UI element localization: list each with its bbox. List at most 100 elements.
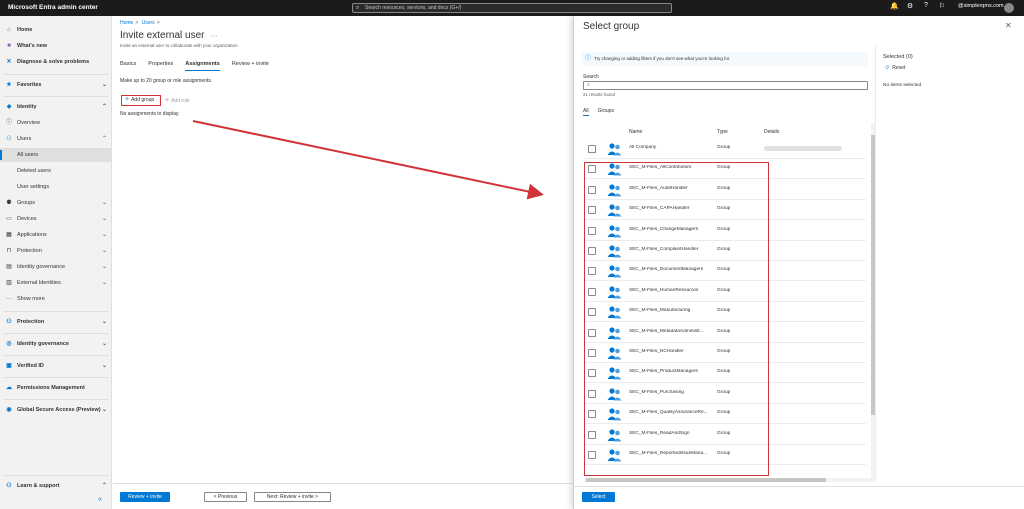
lock-icon: ⊓ xyxy=(6,248,12,254)
nav-home[interactable]: ⌂ Home xyxy=(0,23,112,37)
tab-assignments[interactable]: Assignments xyxy=(185,61,220,71)
tab-all[interactable]: All xyxy=(583,108,589,116)
add-group-button[interactable]: + Add group xyxy=(121,95,161,106)
row-checkbox[interactable] xyxy=(588,206,596,215)
column-header-name[interactable]: Name xyxy=(629,129,642,135)
nav-identity[interactable]: ◆ Identity ⌃ xyxy=(0,100,112,114)
nav-permissions-management[interactable]: ☁ Permissions Management xyxy=(0,381,112,395)
row-checkbox[interactable] xyxy=(588,328,596,337)
column-header-type[interactable]: Type xyxy=(717,129,728,135)
table-row[interactable]: SEC_M-Files_ComplaintHandler Group xyxy=(579,241,871,261)
tab-properties[interactable]: Properties xyxy=(148,61,173,71)
reset-button[interactable]: ↺ Reset xyxy=(885,65,905,71)
top-bar: Microsoft Entra admin center ⌕ Search re… xyxy=(0,0,1024,16)
table-row[interactable]: SEC_M-Files_CAPAHandler Group xyxy=(579,200,871,221)
page-title-text: Invite external user xyxy=(120,30,205,41)
tab-review-invite[interactable]: Review + invite xyxy=(232,61,269,71)
notifications-icon[interactable]: 🔔 xyxy=(890,2,899,10)
group-name: SEC_M-Files_ChangeManagers xyxy=(629,226,699,232)
nav-whats-new[interactable]: ■ What's new xyxy=(0,39,112,53)
table-row[interactable]: SEC_M-Files_NCHandler Group xyxy=(579,343,871,363)
nav-protection[interactable]: ⚇ Protection ⌄ xyxy=(0,315,112,329)
table-row[interactable]: SEC_M-Files_Purchasing Group xyxy=(579,384,871,404)
select-button[interactable]: Select xyxy=(582,492,615,502)
nav-user-settings[interactable]: User settings xyxy=(0,180,112,194)
table-row[interactable]: SEC_M-Files_HumanResources Group xyxy=(579,282,871,302)
row-checkbox[interactable] xyxy=(588,410,596,419)
nav-identity-governance-sub[interactable]: ▤ Identity governance ⌄ xyxy=(0,260,112,274)
group-name: SEC_M-Files_HumanResources xyxy=(629,287,699,293)
nav-verified-id[interactable]: ▣ Verified ID ⌄ xyxy=(0,359,112,373)
nav-learn-support[interactable]: ⚇ Learn & support ⌃ xyxy=(0,479,112,493)
nav-identity-governance[interactable]: ◎ Identity governance ⌄ xyxy=(0,337,112,351)
help-icon[interactable]: ? xyxy=(922,2,930,10)
collapse-nav-icon[interactable]: « xyxy=(98,496,102,503)
nav-favorites[interactable]: ★ Favorites ⌄ xyxy=(0,78,112,92)
search-icon: ⌕ xyxy=(356,5,360,11)
nav-diagnose[interactable]: ✕ Diagnose & solve problems xyxy=(0,55,112,69)
group-search-input[interactable]: ⌕ xyxy=(583,81,868,90)
tab-groups[interactable]: Groups xyxy=(598,108,614,116)
row-checkbox[interactable] xyxy=(588,308,596,317)
nav-label: Deleted users xyxy=(17,168,51,174)
close-icon[interactable]: ✕ xyxy=(1005,21,1012,30)
more-icon[interactable]: ··· xyxy=(211,33,218,40)
nav-devices[interactable]: ▭ Devices ⌄ xyxy=(0,212,112,226)
row-checkbox[interactable] xyxy=(588,145,596,153)
previous-button[interactable]: < Previous xyxy=(204,492,247,502)
row-checkbox[interactable] xyxy=(588,287,596,296)
feedback-icon[interactable]: ⚐ xyxy=(938,2,946,10)
table-row[interactable]: SEC_M-Files_AuditHandler Group xyxy=(579,180,871,200)
table-row[interactable]: All Company Group xyxy=(579,139,871,159)
row-checkbox[interactable] xyxy=(588,389,596,398)
group-type: Group xyxy=(717,430,731,436)
search-label: Search xyxy=(583,74,599,80)
group-type: Group xyxy=(717,145,731,150)
nav-overview[interactable]: ⓘ Overview xyxy=(0,116,112,130)
nav-all-users[interactable]: All users xyxy=(0,148,112,162)
nav-show-more[interactable]: ··· Show more xyxy=(0,292,112,306)
app-title[interactable]: Microsoft Entra admin center xyxy=(8,4,98,11)
table-row[interactable]: SEC_M-Files_Manufacturing Group xyxy=(579,302,871,323)
breadcrumb-users[interactable]: Users xyxy=(142,20,155,26)
nav-groups[interactable]: ⚉ Groups ⌄ xyxy=(0,196,112,210)
row-checkbox[interactable] xyxy=(588,247,596,255)
table-row[interactable]: SEC_M-Files_ReadAndSign Group xyxy=(579,425,871,445)
nav-applications[interactable]: ▦ Applications ⌄ xyxy=(0,228,112,242)
horizontal-scrollbar[interactable] xyxy=(584,478,876,482)
table-row[interactable]: SEC_M-Files_DocumentManagers Group xyxy=(579,261,871,282)
row-checkbox[interactable] xyxy=(588,451,596,459)
row-checkbox[interactable] xyxy=(588,430,596,439)
nav-users[interactable]: ⚇ Users ⌃ xyxy=(0,132,112,146)
table-row[interactable]: SEC_M-Files_MetadataAdministr... Group xyxy=(579,323,871,343)
breadcrumb-home[interactable]: Home xyxy=(120,20,133,26)
row-checkbox[interactable] xyxy=(588,226,596,235)
row-checkbox[interactable] xyxy=(588,267,596,276)
row-checkbox[interactable] xyxy=(588,165,596,174)
star-icon: ★ xyxy=(6,82,12,88)
table-row[interactable]: SEC_M-Files_ChangeManagers Group xyxy=(579,221,871,241)
add-role-button[interactable]: + Add role xyxy=(165,97,190,104)
table-row[interactable]: SEC_M-Files_AllContributors Group xyxy=(579,159,871,180)
nav-external-identities[interactable]: ▥ External Identities ⌄ xyxy=(0,276,112,290)
settings-gear-icon[interactable]: ⚙ xyxy=(906,2,914,10)
row-checkbox[interactable] xyxy=(588,185,596,194)
nav-deleted-users[interactable]: Deleted users xyxy=(0,164,112,178)
global-search-input[interactable]: ⌕ Search resources, services, and docs (… xyxy=(352,3,672,13)
nav-protection-sub[interactable]: ⊓ Protection ⌄ xyxy=(0,244,112,258)
table-row[interactable]: SEC_M-Files_ReportedIssueMana... Group xyxy=(579,445,871,465)
avatar[interactable] xyxy=(1004,3,1014,13)
nav-global-secure-access[interactable]: ◉ Global Secure Access (Preview) ⌄ xyxy=(0,403,112,417)
next-button[interactable]: Next: Review + invite > xyxy=(254,492,331,502)
reset-label: Reset xyxy=(892,65,906,71)
table-row[interactable]: SEC_M-Files_QualityAssuranceRe... Group xyxy=(579,404,871,425)
table-row[interactable]: SEC_M-Files_ProductManagers Group xyxy=(579,363,871,384)
tab-basics[interactable]: Basics xyxy=(120,61,136,71)
review-invite-button[interactable]: Review + invite xyxy=(120,492,170,502)
row-checkbox[interactable] xyxy=(588,349,596,357)
row-checkbox[interactable] xyxy=(588,369,596,378)
scrollbar-thumb[interactable] xyxy=(586,478,826,482)
account-name[interactable]: @simplerqms.com xyxy=(958,3,1004,9)
reset-icon: ↺ xyxy=(885,65,890,71)
column-header-details[interactable]: Details xyxy=(764,129,779,135)
